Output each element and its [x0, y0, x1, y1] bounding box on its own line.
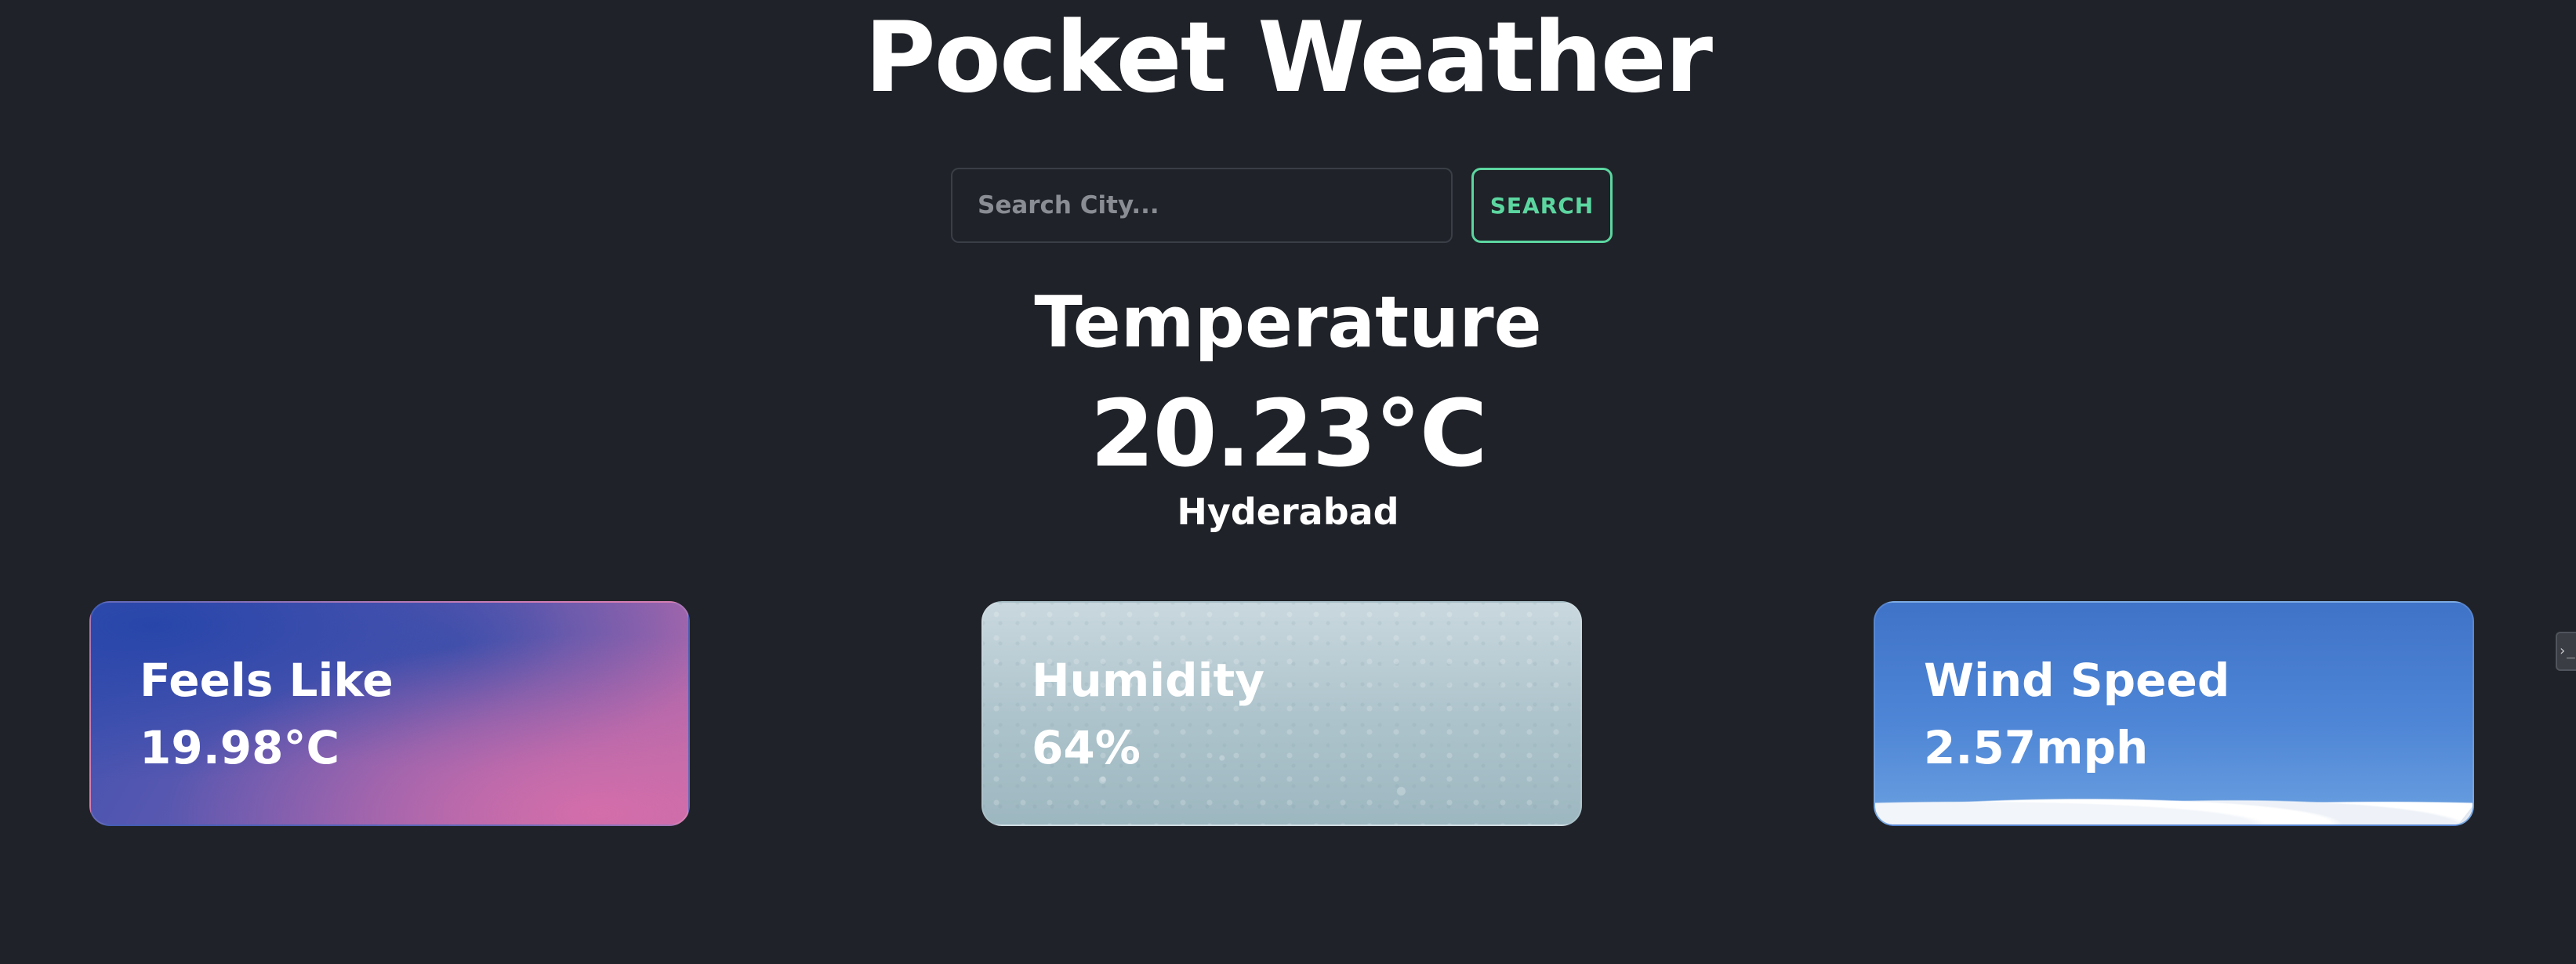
wind-speed-value: 2.57mph: [1924, 721, 2149, 774]
humidity-value: 64%: [1032, 721, 1141, 774]
wind-speed-label: Wind Speed: [1924, 654, 2230, 707]
app-title: Pocket Weather: [864, 2, 1713, 114]
clouds-background: [1875, 785, 2473, 824]
search-bar: SEARCH: [951, 168, 1613, 243]
city-name: Hyderabad: [1177, 491, 1399, 533]
temperature-heading: Temperature: [1034, 281, 1542, 364]
humidity-card: Humidity 64%: [981, 601, 1582, 826]
feels-like-card: Feels Like 19.98°C: [89, 601, 690, 826]
wind-speed-card: Wind Speed 2.57mph: [1874, 601, 2474, 826]
terminal-icon[interactable]: ›_: [2556, 632, 2576, 671]
temperature-value: 20.23°C: [1090, 379, 1488, 487]
feels-like-value: 19.98°C: [140, 721, 340, 774]
search-input[interactable]: [951, 168, 1453, 243]
feels-like-label: Feels Like: [140, 654, 394, 707]
search-button[interactable]: SEARCH: [1471, 168, 1613, 243]
humidity-label: Humidity: [1032, 654, 1265, 707]
